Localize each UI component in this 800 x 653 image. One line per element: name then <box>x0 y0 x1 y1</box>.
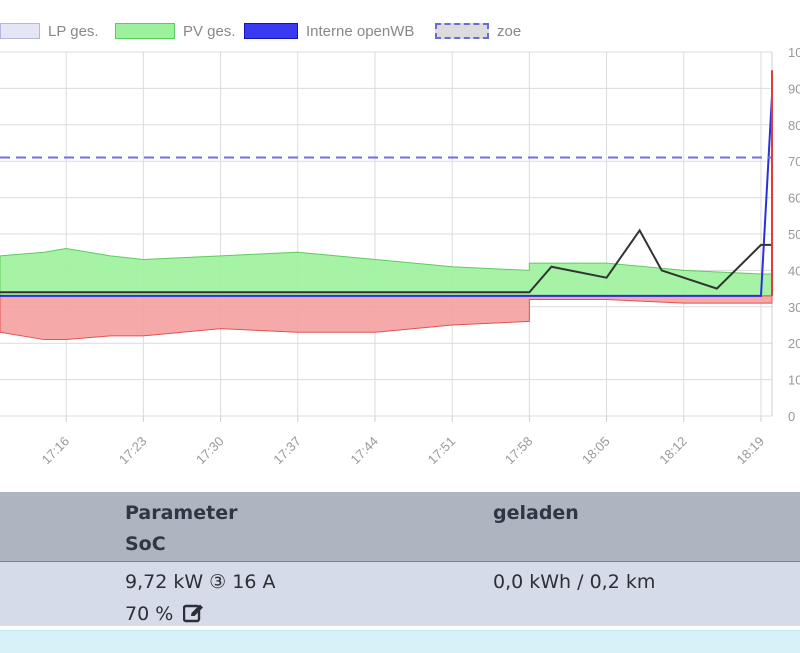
legend-item[interactable]: LP ges. <box>0 22 99 40</box>
y-tick-label: 90 <box>788 81 800 96</box>
y-tick-label: 60 <box>788 191 800 206</box>
y-tick-label: 80 <box>788 118 800 133</box>
x-tick-label: 17:30 <box>193 434 227 468</box>
x-tick-label: 17:23 <box>116 434 150 468</box>
legend-label: LP ges. <box>48 22 99 40</box>
header-geladen: geladen <box>493 502 579 524</box>
legend-swatch <box>115 23 175 39</box>
x-tick-label: 18:19 <box>733 434 767 468</box>
y-axis-ticks: 0102030405060708090100 <box>788 45 800 424</box>
table-row: 9,72 kW ③ 16 A 70 % 0,0 kWh / 0,2 km <box>0 562 800 626</box>
charge-point-table: Parameter SoC geladen 9,72 kW ③ 16 A 70 … <box>0 492 800 653</box>
header-soc: SoC <box>125 533 166 555</box>
y-tick-label: 30 <box>788 300 800 315</box>
legend-item[interactable]: zoe <box>435 22 521 40</box>
legend-item[interactable]: PV ges. <box>115 22 236 40</box>
legend-swatch <box>0 23 40 39</box>
chart-grid <box>0 51 773 422</box>
y-tick-label: 70 <box>788 154 800 169</box>
y-tick-label: 50 <box>788 227 800 242</box>
chart-legend: LP ges. PV ges. Interne openWB zoe <box>0 14 800 48</box>
y-tick-label: 10 <box>788 373 800 388</box>
table-next-row <box>0 630 800 653</box>
series-pv-area <box>0 248 773 297</box>
table-header: Parameter SoC geladen <box>0 492 800 562</box>
x-tick-label: 17:44 <box>347 434 381 468</box>
y-tick-label: 40 <box>788 263 800 278</box>
soc-cell: 70 % <box>125 603 205 628</box>
x-tick-label: 17:51 <box>425 434 459 468</box>
edit-icon[interactable] <box>183 603 205 628</box>
legend-item[interactable]: Interne openWB <box>244 22 414 40</box>
soc-value: 70 % <box>125 603 174 625</box>
geladen-value: 0,0 kWh / 0,2 km <box>493 571 656 593</box>
x-axis-ticks: 17:16 17:23 17:30 17:37 17:44 17:51 17:58 18:05… <box>39 434 767 468</box>
legend-label: Interne openWB <box>306 22 415 40</box>
history-chart: 0102030405060708090100 17:1617:2317:3017… <box>0 45 800 468</box>
x-tick-label: 17:58 <box>502 434 536 468</box>
x-tick-label: 18:05 <box>579 434 613 468</box>
legend-label: zoe <box>497 22 522 40</box>
y-tick-label: 0 <box>788 409 795 424</box>
x-tick-label: 17:16 <box>39 434 73 468</box>
header-parameter: Parameter <box>125 502 238 524</box>
y-tick-label: 20 <box>788 336 800 351</box>
x-tick-label: 18:12 <box>656 434 690 468</box>
series-evu-area <box>0 295 773 341</box>
legend-label: PV ges. <box>183 22 236 40</box>
x-tick-label: 17:37 <box>270 434 304 468</box>
legend-swatch <box>435 23 489 39</box>
legend-swatch <box>244 23 298 39</box>
power-value: 9,72 kW ③ 16 A <box>125 571 276 593</box>
